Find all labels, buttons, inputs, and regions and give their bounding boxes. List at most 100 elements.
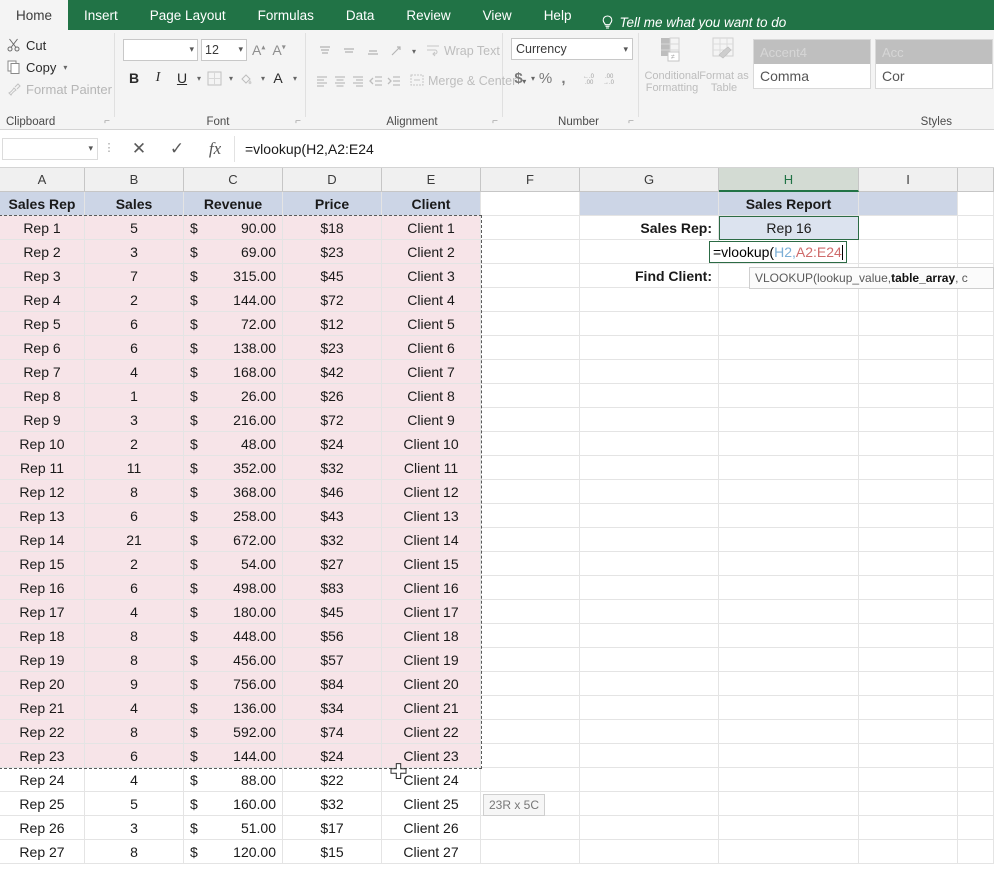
cell-f4[interactable]	[481, 264, 580, 288]
cell-g22[interactable]	[580, 696, 719, 720]
increase-decimal-button[interactable]: ←.0.00	[583, 67, 600, 89]
cell-c18[interactable]: $180.00	[184, 600, 283, 624]
align-top-button[interactable]	[314, 40, 336, 62]
cell-h19[interactable]	[719, 624, 859, 648]
cell-c4[interactable]: $315.00	[184, 264, 283, 288]
header-cell-C[interactable]: Revenue	[184, 192, 283, 216]
cell-j8[interactable]	[958, 360, 994, 384]
orientation-button[interactable]	[386, 40, 408, 62]
cell-c22[interactable]: $136.00	[184, 696, 283, 720]
cell-h21[interactable]	[719, 672, 859, 696]
cell-a23[interactable]: Rep 22	[0, 720, 85, 744]
cell-b25[interactable]: 4	[85, 768, 184, 792]
cell-e18[interactable]: Client 17	[382, 600, 481, 624]
cell-j1[interactable]	[958, 192, 994, 216]
cell-a5[interactable]: Rep 4	[0, 288, 85, 312]
cell-f24[interactable]	[481, 744, 580, 768]
cell-i6[interactable]	[859, 312, 958, 336]
cell-d5[interactable]: $72	[283, 288, 382, 312]
borders-button[interactable]	[203, 67, 225, 89]
tell-me-search[interactable]: Tell me what you want to do	[587, 15, 786, 30]
cell-e2[interactable]: Client 1	[382, 216, 481, 240]
cell-b22[interactable]: 4	[85, 696, 184, 720]
column-header-H[interactable]: H	[719, 168, 859, 192]
font-size-input[interactable]: 12 ▾	[201, 39, 247, 61]
cell-e4[interactable]: Client 3	[382, 264, 481, 288]
sales-rep-label-cell[interactable]: Sales Rep:	[580, 216, 719, 240]
cell-d2[interactable]: $18	[283, 216, 382, 240]
cell-j28[interactable]	[958, 840, 994, 864]
cell-h6[interactable]	[719, 312, 859, 336]
cell-c3[interactable]: $69.00	[184, 240, 283, 264]
align-middle-button[interactable]	[338, 40, 360, 62]
cancel-formula-button[interactable]: ✕	[120, 136, 158, 162]
cell-c10[interactable]: $216.00	[184, 408, 283, 432]
cell-h20[interactable]	[719, 648, 859, 672]
cell-f28[interactable]	[481, 840, 580, 864]
number-format-select[interactable]: Currency ▾	[511, 38, 633, 60]
cell-c14[interactable]: $258.00	[184, 504, 283, 528]
cell-h23[interactable]	[719, 720, 859, 744]
cell-d3[interactable]: $23	[283, 240, 382, 264]
decrease-font-size-button[interactable]: A▾	[270, 42, 287, 58]
cell-j14[interactable]	[958, 504, 994, 528]
cell-h27[interactable]	[719, 816, 859, 840]
tab-home[interactable]: Home	[0, 0, 68, 30]
name-box[interactable]: ▾	[2, 138, 98, 160]
tab-review[interactable]: Review	[390, 0, 466, 30]
cell-g9[interactable]	[580, 384, 719, 408]
cell-c13[interactable]: $368.00	[184, 480, 283, 504]
cell-j26[interactable]	[958, 792, 994, 816]
cell-b8[interactable]: 4	[85, 360, 184, 384]
cell-h16[interactable]	[719, 552, 859, 576]
cell-d24[interactable]: $24	[283, 744, 382, 768]
cell-g28[interactable]	[580, 840, 719, 864]
style-gallery-column-2[interactable]: Acc Cor	[875, 39, 993, 89]
conditional-formatting-button[interactable]: ≠ Conditional Formatting	[645, 34, 699, 130]
cell-i19[interactable]	[859, 624, 958, 648]
cell-f7[interactable]	[481, 336, 580, 360]
cell-j17[interactable]	[958, 576, 994, 600]
cell-i24[interactable]	[859, 744, 958, 768]
cell-h5[interactable]	[719, 288, 859, 312]
cell-b2[interactable]: 5	[85, 216, 184, 240]
cell-g18[interactable]	[580, 600, 719, 624]
cell-d20[interactable]: $57	[283, 648, 382, 672]
cell-a27[interactable]: Rep 26	[0, 816, 85, 840]
cell-d11[interactable]: $24	[283, 432, 382, 456]
cell-b24[interactable]: 6	[85, 744, 184, 768]
column-header-C[interactable]: C	[184, 168, 283, 191]
cell-f15[interactable]	[481, 528, 580, 552]
cell-a17[interactable]: Rep 16	[0, 576, 85, 600]
chevron-down-icon[interactable]: ▾	[412, 47, 416, 56]
cell-j12[interactable]	[958, 456, 994, 480]
cell-g26[interactable]	[580, 792, 719, 816]
cell-g25[interactable]	[580, 768, 719, 792]
cell-b28[interactable]: 8	[85, 840, 184, 864]
cell-d8[interactable]: $42	[283, 360, 382, 384]
cell-f1[interactable]	[481, 192, 580, 216]
cell-f17[interactable]	[481, 576, 580, 600]
cell-j23[interactable]	[958, 720, 994, 744]
increase-font-size-button[interactable]: A▴	[250, 42, 267, 58]
formula-input[interactable]: =vlookup(H2,A2:E24	[234, 136, 994, 162]
cell-g12[interactable]	[580, 456, 719, 480]
in-cell-formula-editor[interactable]: =vlookup(H2,A2:E24	[709, 241, 847, 263]
cell-h28[interactable]	[719, 840, 859, 864]
cell-d4[interactable]: $45	[283, 264, 382, 288]
cell-j25[interactable]	[958, 768, 994, 792]
cell-e26[interactable]: Client 25	[382, 792, 481, 816]
cell-style-comma[interactable]: Comma	[754, 64, 870, 88]
cell-h17[interactable]	[719, 576, 859, 600]
clipboard-dialog-launcher[interactable]: ⌐	[104, 116, 110, 127]
cell-c16[interactable]: $54.00	[184, 552, 283, 576]
cell-i2[interactable]	[859, 216, 958, 240]
cell-b13[interactable]: 8	[85, 480, 184, 504]
cell-g10[interactable]	[580, 408, 719, 432]
cell-c21[interactable]: $756.00	[184, 672, 283, 696]
decrease-decimal-button[interactable]: .00→.0	[603, 67, 620, 89]
report-title-cell[interactable]: Sales Report	[719, 192, 859, 216]
cell-g8[interactable]	[580, 360, 719, 384]
cell-d21[interactable]: $84	[283, 672, 382, 696]
cell-g5[interactable]	[580, 288, 719, 312]
